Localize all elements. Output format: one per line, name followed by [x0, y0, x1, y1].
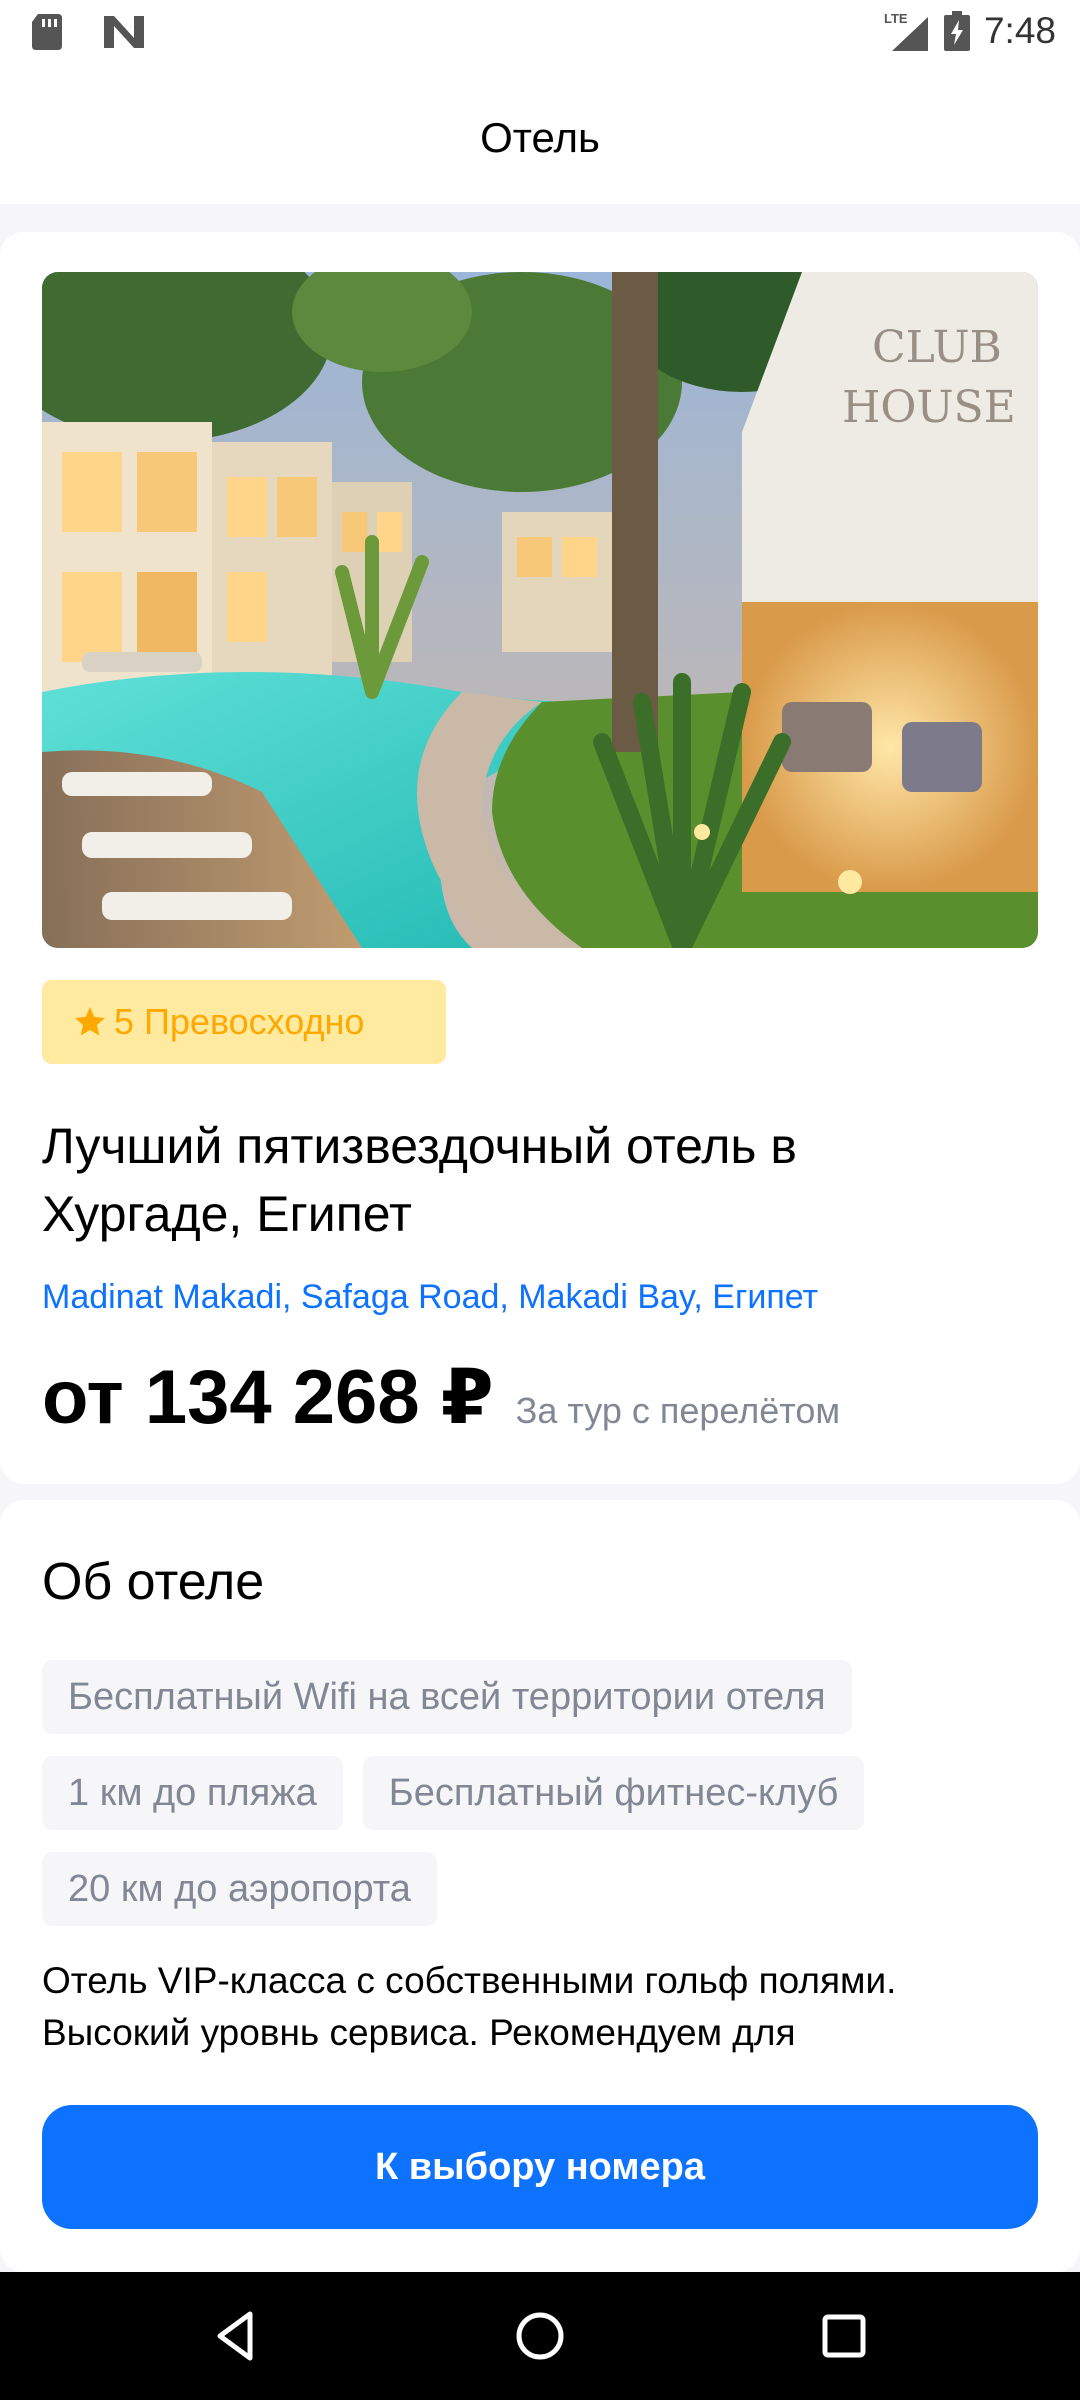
- price-note: За тур с перелётом: [515, 1390, 841, 1431]
- about-description: Отель VIP-класса с собственными гольф по…: [42, 1960, 897, 2053]
- rating-badge: 5 Превосходно: [42, 980, 446, 1064]
- star-icon: [75, 1007, 105, 1036]
- about-title: Об отеле: [42, 1553, 265, 1611]
- svg-text:LTE: LTE: [884, 11, 908, 26]
- feature-chips: Бесплатный Wifi на всей территории отеля…: [42, 1660, 1042, 1926]
- page-title: Отель: [480, 114, 600, 161]
- feature-chip: Бесплатный Wifi на всей территории отеля: [42, 1660, 852, 1734]
- feature-chip: Бесплатный фитнес-клуб: [362, 1756, 865, 1830]
- hotel-photo-illustration: CLUB HOUSE: [42, 272, 1038, 948]
- back-icon[interactable]: [206, 2306, 266, 2366]
- svg-text:CLUB: CLUB: [872, 322, 1002, 373]
- hotel-photo[interactable]: CLUB HOUSE: [42, 272, 1038, 948]
- feature-chip: 20 км до аэропорта: [42, 1852, 437, 1926]
- price-row: от 134 268 ₽ За тур с перелётом: [42, 1352, 1042, 1441]
- price: от 134 268 ₽: [42, 1355, 494, 1440]
- recents-icon[interactable]: [814, 2306, 874, 2366]
- hotel-name: Лучший пятизвездочный отель в Хургаде, Е…: [42, 1118, 797, 1242]
- status-time: 7:48: [983, 10, 1056, 51]
- status-bar: LTE 7:48: [0, 0, 1080, 64]
- svg-text:HOUSE: HOUSE: [842, 382, 1016, 433]
- sd-card-icon: [32, 14, 62, 50]
- rating-label: 5 Превосходно: [114, 1001, 365, 1042]
- title-bar: Отель: [0, 64, 1080, 204]
- hotel-card: CLUB HOUSE 5 Превосходно Лучший пятизвез…: [0, 232, 1080, 1484]
- home-icon[interactable]: [510, 2306, 570, 2366]
- notification-n-icon: [104, 16, 144, 48]
- feature-chip: 1 км до пляжа: [42, 1756, 343, 1830]
- about-card: Об отеле Бесплатный Wifi на всей террито…: [0, 1500, 1080, 2272]
- choose-room-button[interactable]: К выбору номера: [42, 2105, 1038, 2229]
- navigation-bar: [0, 2272, 1080, 2400]
- hotel-address-link[interactable]: Madinat Makadi, Safaga Road, Makadi Bay,…: [42, 1278, 1042, 1317]
- battery-charging-icon: [943, 11, 970, 51]
- signal-icon: LTE: [884, 11, 928, 51]
